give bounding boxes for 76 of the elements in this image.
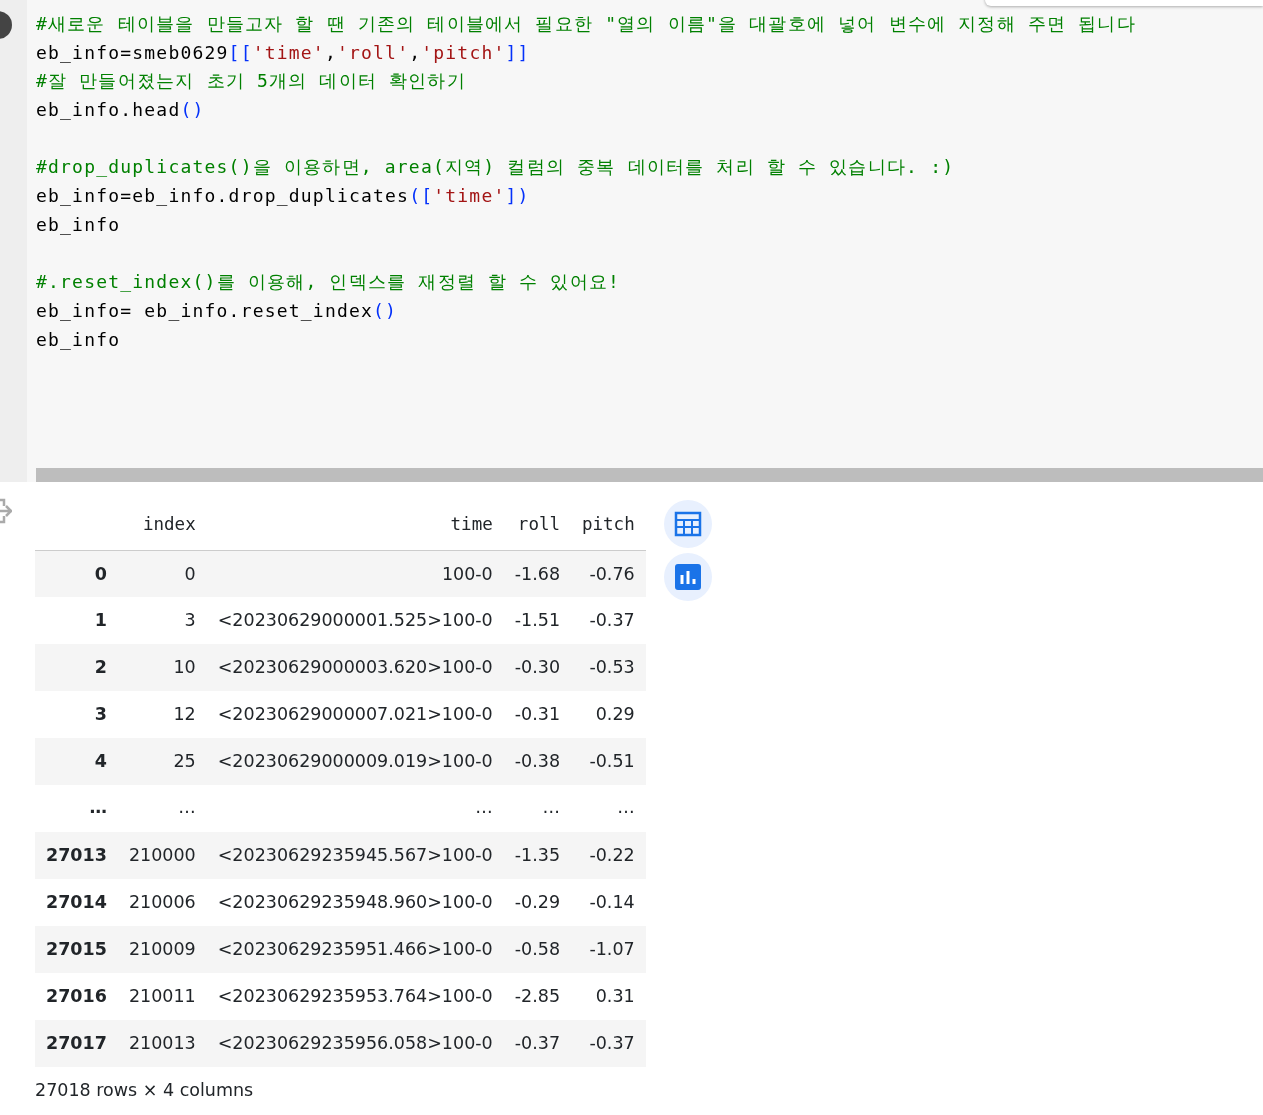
table-cell: 210009 [117,926,207,973]
row-index: 27016 [35,973,118,1020]
table-cell: <20230629235951.466>100-0 [206,926,504,973]
row-index: 2 [35,644,118,691]
table-cell: -0.22 [571,832,646,879]
table-summary: 27018 rows × 4 columns [35,1079,255,1102]
code-comment: #새로운 테이블을 만들고자 할 땐 기존의 테이블에서 필요한 "열의 이름"을 대괄호에 넣어 변수에 지정해 주면 됩니다 [36,13,1136,34]
column-header: pitch [571,498,646,550]
table-cell: 210011 [117,973,207,1020]
table-view-button[interactable] [663,500,712,548]
table-cell: -0.76 [571,550,646,597]
scrollbar[interactable] [36,468,1263,482]
ellipsis-cell: … [35,785,118,832]
code-line: eb_info [36,328,121,350]
table-cell: -0.51 [571,738,646,785]
table-cell: -0.37 [571,597,646,644]
table-cell: <20230629235945.567>100-0 [206,832,504,879]
code-line: eb_info [36,213,121,235]
table-cell: -1.35 [503,832,571,879]
column-header: time [206,498,504,550]
code-line: eb_info.head() [36,99,205,121]
table-cell: 100-0 [206,550,504,597]
table-icon [673,510,702,538]
table-cell: <20230629000003.620>100-0 [206,644,504,691]
table-cell: -0.14 [571,879,646,926]
ellipsis-cell: … [571,785,646,832]
table-cell: 10 [117,644,207,691]
table-cell: <20230629000001.525>100-0 [206,597,504,644]
table-cell: -0.58 [503,926,571,973]
table-cell: <20230629235953.764>100-0 [206,973,504,1020]
bar-chart-icon [673,563,702,591]
row-index: 27014 [35,879,118,926]
table-cell: 210013 [117,1020,207,1067]
table-cell: <20230629000007.021>100-0 [206,691,504,738]
row-index: 27017 [35,1020,118,1067]
table-cell: -0.53 [571,644,646,691]
table-cell: -1.07 [571,926,646,973]
column-header: roll [503,498,571,550]
table-cell: -0.30 [503,644,571,691]
table-cell: <20230629235948.960>100-0 [206,879,504,926]
code-line: eb_info=eb_info.drop_duplicates(['time']) [36,185,530,207]
table-cell: 12 [117,691,207,738]
table-cell: 210006 [117,879,207,926]
table-cell: 3 [117,597,207,644]
row-index: 4 [35,738,118,785]
ellipsis-cell: … [206,785,504,832]
column-header: index [117,498,207,550]
table-cell: 0 [117,550,207,597]
table-cell: -1.68 [503,550,571,597]
table-cell: 0.29 [571,691,646,738]
code-comment: #drop_duplicates()을 이용하면, area(지역) 컬럼의 중복 데이터를 처리 할 수 있습니다. :) [36,156,955,178]
code-comment: #잘 만들어졌는지 초기 5개의 데이터 확인하기 [36,70,466,92]
table-cell: 210000 [117,832,207,879]
table-cell: -0.29 [503,879,571,926]
row-index: 27015 [35,926,118,973]
table-cell: -1.51 [503,597,571,644]
row-index: 27013 [35,832,118,879]
table-cell: -0.38 [503,738,571,785]
table-cell: 0.31 [571,973,646,1020]
code-editor[interactable] [27,0,1263,482]
table-cell: <20230629235956.058>100-0 [206,1020,504,1067]
ellipsis-cell: … [117,785,207,832]
chart-button[interactable] [663,553,712,601]
row-index: 0 [35,550,118,597]
table-cell: -2.85 [503,973,571,1020]
table-cell: 25 [117,738,207,785]
row-index: 1 [35,597,118,644]
row-index: 3 [35,691,118,738]
table-cell: -0.37 [571,1020,646,1067]
code-comment: #.reset_index()를 이용해, 인덱스를 재정렬 할 수 있어요! [36,271,621,293]
table-cell: -0.37 [503,1020,571,1067]
table-cell: -0.31 [503,691,571,738]
code-line: eb_info= eb_info.reset_index() [36,299,398,321]
code-line: eb_info=smeb0629[['time','roll','pitch']] [36,41,530,63]
table-cell: <20230629000009.019>100-0 [206,738,504,785]
ellipsis-cell: … [503,785,571,832]
